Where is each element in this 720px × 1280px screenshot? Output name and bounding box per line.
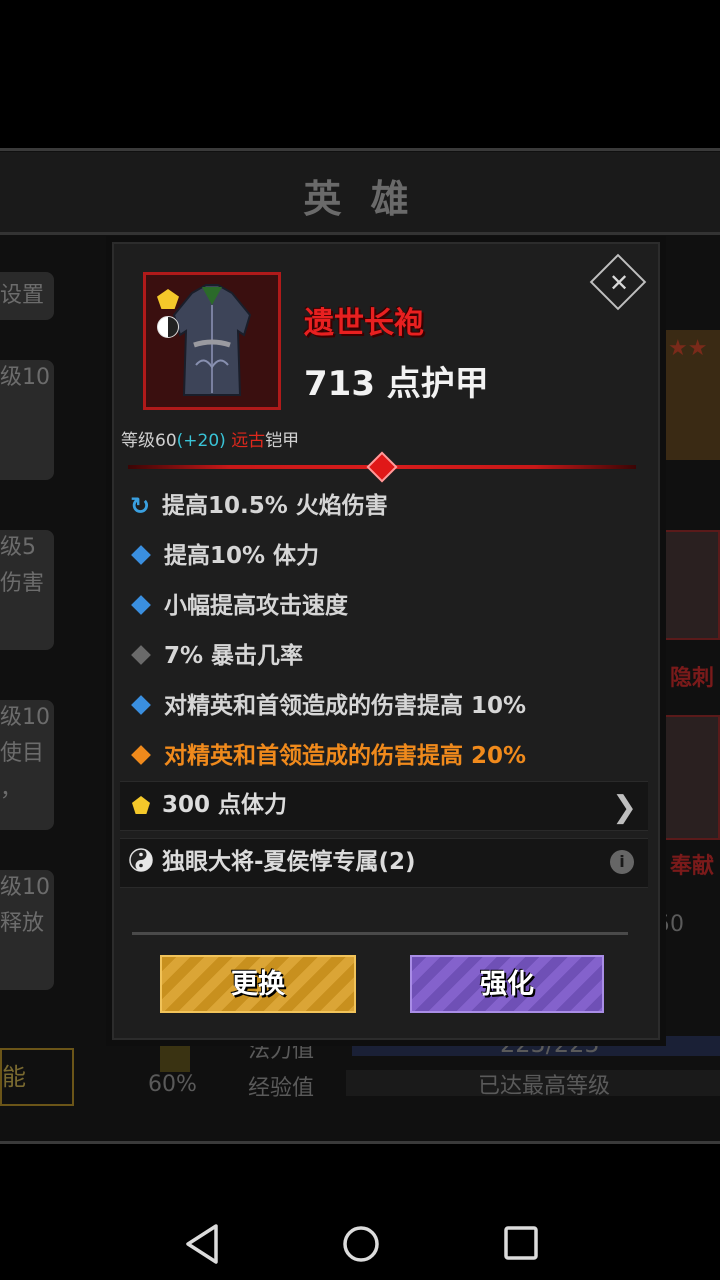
chevron-right-icon[interactable]: ❯ xyxy=(612,790,637,825)
equipment-slot-boots[interactable] xyxy=(660,530,720,640)
hero-page-title: 英 雄 xyxy=(303,177,417,221)
reroll-icon[interactable]: ↻ xyxy=(130,488,150,524)
skill-slot-2[interactable]: 级5 伤害 xyxy=(0,530,54,650)
skill-slot-3[interactable]: 级10 使目 ， xyxy=(0,700,54,830)
affix-row: 对精英和首领造成的伤害提高 20% xyxy=(130,738,526,774)
set-bonus-label: 独眼大将-夏侯惇专属(2) xyxy=(162,849,416,875)
equipment-label-1: 隐刺 xyxy=(670,666,715,691)
socket-bonus: 300 点体力 xyxy=(162,792,288,818)
affix-row: 7% 暴击几率 xyxy=(130,638,303,674)
blue-diamond-icon xyxy=(131,595,151,615)
bottom-divider xyxy=(132,932,628,935)
item-quality: 远古 xyxy=(231,431,266,451)
item-level: 等级60 xyxy=(121,431,177,451)
exp-value: 已达最高等级 xyxy=(478,1074,611,1099)
gray-diamond-icon xyxy=(131,645,151,665)
back-nav-icon[interactable] xyxy=(182,1222,222,1270)
yin-yang-icon xyxy=(129,848,153,872)
equipment-slot-bracer[interactable] xyxy=(660,715,720,840)
recents-nav-icon[interactable] xyxy=(502,1222,542,1270)
progress-percent: 60% xyxy=(148,1072,197,1097)
enhance-button[interactable]: 强化 xyxy=(410,955,604,1013)
ability-button[interactable]: 能 xyxy=(0,1048,74,1106)
item-meta: 等级60(+20) 远古铠甲 xyxy=(121,426,299,451)
affix-row: 对精英和首领造成的伤害提高 10% xyxy=(130,688,526,724)
star-rating-icon: ★★ xyxy=(668,336,708,361)
settings-tab[interactable]: 设置 xyxy=(0,272,54,320)
blue-diamond-icon xyxy=(131,545,151,565)
affix-row[interactable]: ↻ 提高10.5% 火焰伤害 xyxy=(130,488,388,524)
trophy-icon xyxy=(160,1036,190,1072)
item-armor-value: 713 点护甲 xyxy=(304,364,489,404)
exp-label: 经验值 xyxy=(248,1076,315,1101)
item-name: 遗世长袍 xyxy=(304,306,424,341)
home-nav-icon[interactable] xyxy=(340,1222,382,1270)
skill-slot-4[interactable]: 级10 释放 xyxy=(0,870,54,990)
yin-yang-icon xyxy=(157,316,179,338)
replace-button[interactable]: 更换 xyxy=(160,955,356,1013)
affix-row: 小幅提高攻击速度 xyxy=(130,588,348,624)
item-level-bonus: (+20) xyxy=(176,431,226,451)
close-icon[interactable]: ✕ xyxy=(598,262,640,304)
equipment-label-2: 奉献 xyxy=(670,854,715,879)
orange-diamond-icon xyxy=(131,745,151,765)
blue-diamond-icon xyxy=(131,695,151,715)
item-type: 铠甲 xyxy=(265,431,300,451)
stat-number: 50 xyxy=(656,912,684,937)
skill-slot-1[interactable]: 级10 xyxy=(0,360,54,480)
affix-row: 提高10% 体力 xyxy=(130,538,319,574)
info-icon[interactable]: i xyxy=(610,850,634,874)
